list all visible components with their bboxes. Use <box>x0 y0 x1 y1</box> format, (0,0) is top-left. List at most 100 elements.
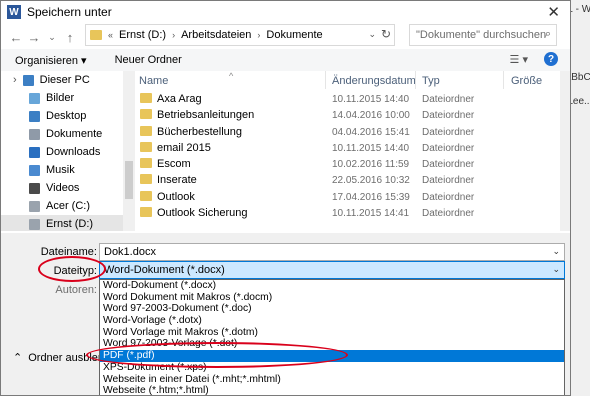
sidebar-item-label: Desktop <box>46 110 87 122</box>
sidebar-item-dieser-pc[interactable]: › Dieser PC <box>1 71 123 89</box>
title-bar: W Speichern unter ✕ <box>1 1 570 23</box>
file-row[interactable]: email 2015 10.11.2015 14:40 Dateiordner <box>135 140 570 156</box>
new-folder-button[interactable]: Neuer Ordner <box>101 54 196 66</box>
filetype-option[interactable]: PDF (*.pdf) <box>100 350 564 362</box>
file-row[interactable]: Outlook 17.04.2016 15:39 Dateiordner <box>135 189 570 205</box>
expand-chevron-icon[interactable]: › <box>13 74 17 86</box>
column-type[interactable]: Typ <box>422 75 440 87</box>
filetype-option[interactable]: Word-Vorlage (*.dotx) <box>100 315 564 327</box>
file-date: 10.11.2015 14:41 <box>332 208 410 220</box>
filetype-option[interactable]: Word 97-2003-Dokument (*.doc) <box>100 303 564 315</box>
organize-button[interactable]: Organisieren ▾ <box>1 54 101 67</box>
chevron-down-icon[interactable]: ⌄ <box>368 29 376 40</box>
scroll-thumb[interactable] <box>125 161 133 199</box>
view-options-icon[interactable]: ☰ ▾ <box>510 53 528 66</box>
close-icon[interactable]: ✕ <box>547 3 560 21</box>
refresh-icon[interactable]: ↻ <box>381 27 391 41</box>
column-name[interactable]: Name <box>139 75 168 87</box>
file-list-scrollbar[interactable] <box>560 71 570 231</box>
back-button[interactable]: ← <box>7 30 25 45</box>
filetype-option[interactable]: Word Dokument mit Makros (*.docm) <box>100 292 564 304</box>
computer-icon <box>22 74 34 86</box>
filetype-option[interactable]: Webseite in einer Datei (*.mht;*.mhtml) <box>100 374 564 386</box>
documents-icon <box>29 128 40 140</box>
dialog-title: Speichern unter <box>27 5 112 19</box>
file-name: Bücherbestellung <box>157 125 243 138</box>
sidebar-item-label: Dieser PC <box>39 74 90 86</box>
sidebar-item-bilder[interactable]: Bilder <box>1 89 123 107</box>
chevron-up-icon: ⌃ <box>13 352 23 364</box>
file-name: Axa Arag <box>157 93 202 105</box>
filename-field[interactable]: Dok1.docx ⌄ <box>99 243 565 261</box>
folder-icon <box>140 190 152 201</box>
file-type: Dateiordner <box>422 110 475 122</box>
file-date: 10.11.2015 14:40 <box>332 94 410 105</box>
help-icon[interactable]: ? <box>544 52 558 66</box>
filetype-option[interactable]: Word Vorlage mit Makros (*.dotm) <box>100 327 564 339</box>
file-type: Dateiordner <box>422 191 475 203</box>
sidebar-item-label: Ernst (D:) <box>46 218 94 230</box>
filename-value: Dok1.docx <box>104 246 156 258</box>
sidebar-item-desktop[interactable]: Desktop <box>1 107 123 125</box>
breadcrumb-arbeitsdateien[interactable]: Arbeitsdateien <box>181 29 251 41</box>
filetype-option[interactable]: XPS-Dokument (*.xps) <box>100 362 564 374</box>
search-icon[interactable]: ⌕ <box>545 28 551 41</box>
forward-button[interactable]: → <box>25 30 43 45</box>
sidebar-item-dokumente[interactable]: Dokumente <box>1 125 123 143</box>
sidebar-item-label: Videos <box>46 182 80 194</box>
file-row[interactable]: Bücherbestellung 04.04.2016 15:41 Dateiord… <box>135 124 570 140</box>
filetype-label: Dateityp: <box>53 265 97 277</box>
filetype-dropdown-list[interactable]: Word-Dokument (*.docx) Word Dokument mit … <box>99 279 565 395</box>
column-date[interactable]: Änderungsdatum <box>332 75 416 87</box>
filetype-select[interactable]: Word-Dokument (*.docx) ⌄ <box>99 261 565 279</box>
folder-icon <box>90 30 102 40</box>
folder-icon <box>140 207 152 218</box>
file-name: Outlook Sicherung <box>157 207 248 220</box>
filetype-option[interactable]: Word-Dokument (*.docx) <box>100 280 564 292</box>
recent-locations-dropdown[interactable]: ⌄ <box>43 32 61 43</box>
file-name: Outlook <box>157 190 195 203</box>
navigation-pane: › Dieser PC Bilder Desktop Dokumente Download… <box>1 71 123 231</box>
chevron-right-icon[interactable]: › <box>172 30 175 40</box>
file-row[interactable]: Betriebsanleitungen 14.04.2016 10:00 Datei… <box>135 107 570 123</box>
sidebar-item-ernst-d[interactable]: Ernst (D:) <box>1 215 123 231</box>
music-icon <box>29 164 40 176</box>
sidebar-item-videos[interactable]: Videos <box>1 179 123 197</box>
navigation-scrollbar[interactable] <box>123 71 135 231</box>
file-row[interactable]: Axa Arag 10.11.2015 14:40 Dateiordner <box>135 91 570 107</box>
breadcrumb-drive[interactable]: Ernst (D:) <box>119 29 166 41</box>
sidebar-item-acer-c[interactable]: Acer (C:) <box>1 197 123 215</box>
file-row[interactable]: Escom 10.02.2016 11:59 Dateiordner <box>135 156 570 172</box>
filetype-option[interactable]: Webseite (*.htm;*.html) <box>100 385 564 395</box>
chevron-down-icon[interactable]: ⌄ <box>552 264 560 275</box>
authors-label: Autoren: <box>55 284 97 296</box>
file-type: Dateiordner <box>422 126 475 138</box>
file-date: 10.02.2016 11:59 <box>332 159 410 171</box>
search-placeholder: "Dokumente" durchsuchen <box>416 29 547 41</box>
file-type: Dateiordner <box>422 208 475 220</box>
filetype-option[interactable]: Word 97-2003-Vorlage (*.dot) <box>100 338 564 350</box>
sidebar-item-downloads[interactable]: Downloads <box>1 143 123 161</box>
file-date: 22.05.2016 10:32 <box>332 175 410 187</box>
videos-icon <box>29 182 40 194</box>
filename-label: Dateiname: <box>40 246 97 258</box>
file-row[interactable]: Outlook Sicherung 10.11.2015 14:41 Dateior… <box>135 205 570 221</box>
sidebar-item-musik[interactable]: Musik <box>1 161 123 179</box>
file-name: Escom <box>157 158 191 171</box>
chevron-right-icon[interactable]: › <box>257 30 260 40</box>
breadcrumb-dokumente[interactable]: Dokumente <box>266 29 322 41</box>
chevron-down-icon[interactable]: ⌄ <box>552 246 560 257</box>
file-row[interactable]: Inserate 22.05.2016 10:32 Dateiordner <box>135 172 570 188</box>
column-size[interactable]: Größe <box>511 75 542 87</box>
file-type: Dateiordner <box>422 175 475 187</box>
file-date: 10.11.2015 14:40 <box>332 142 410 154</box>
folder-icon <box>140 109 152 120</box>
address-bar[interactable]: « Ernst (D:) › Arbeitsdateien › Dokument… <box>85 24 395 46</box>
up-button[interactable]: ↑ <box>61 30 79 45</box>
sidebar-item-label: Dokumente <box>46 128 103 140</box>
column-divider <box>415 71 416 89</box>
address-overflow-icon[interactable]: « <box>108 30 113 40</box>
folder-icon <box>140 158 152 169</box>
search-input[interactable]: "Dokumente" durchsuchen ⌕ <box>409 24 557 46</box>
folder-icon <box>140 141 152 152</box>
